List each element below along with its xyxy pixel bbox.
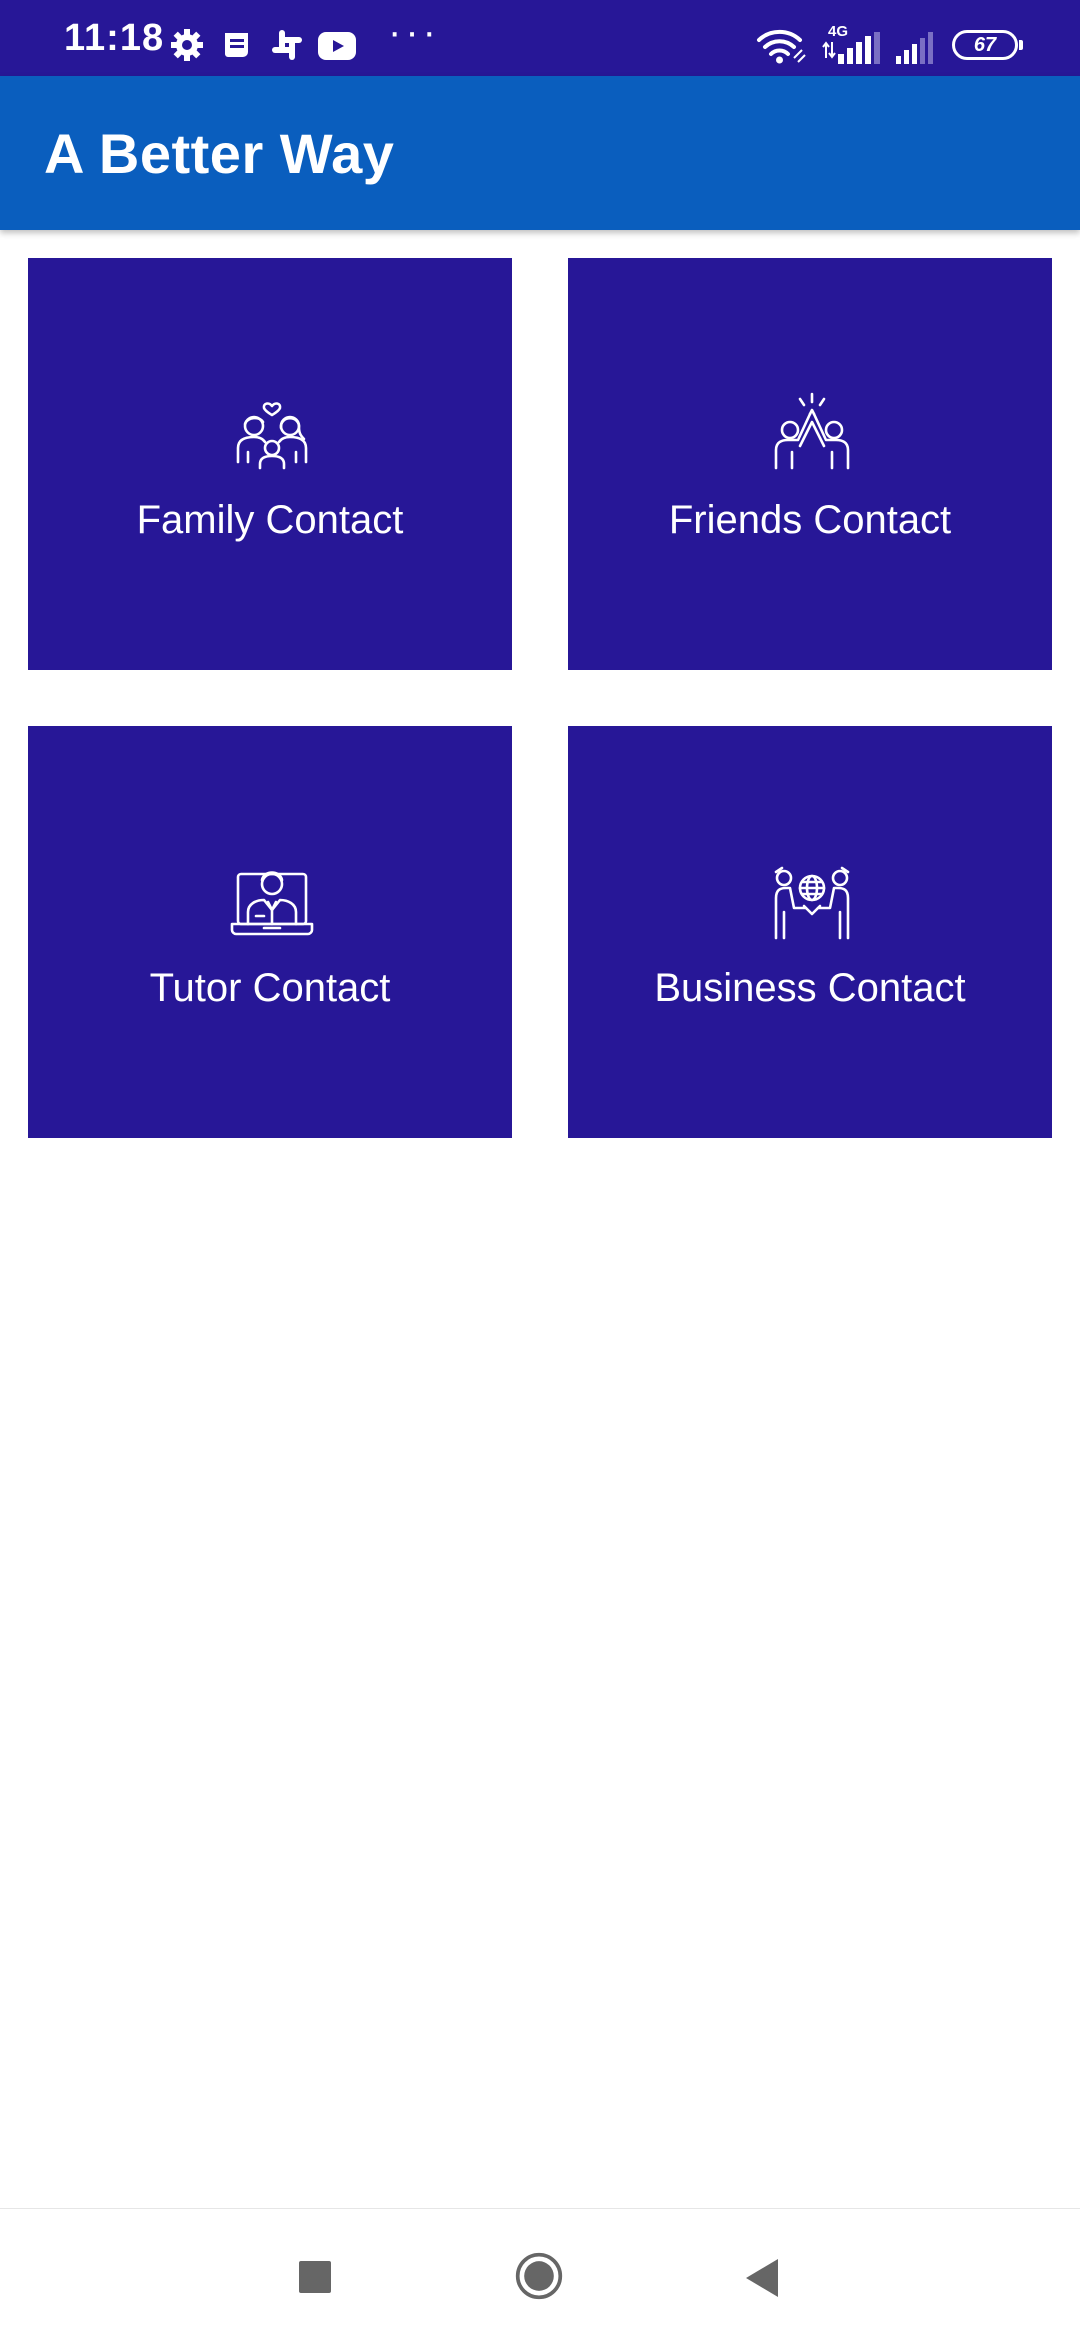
- home-circle-icon[interactable]: [514, 2251, 564, 2301]
- tutor-contact-label: Tutor Contact: [149, 966, 391, 1010]
- youtube-icon: [318, 32, 356, 60]
- slack-icon: [272, 30, 302, 60]
- signal-icon: [896, 32, 933, 64]
- high-five-icon: [774, 392, 850, 470]
- business-contact-label: Business Contact: [654, 966, 966, 1010]
- gear-icon: [171, 29, 203, 61]
- back-triangle-icon[interactable]: [740, 2253, 790, 2303]
- business-contact-card[interactable]: Business Contact: [568, 726, 1052, 1138]
- family-contact-label: Family Contact: [136, 498, 404, 542]
- business-handshake-icon: [774, 866, 850, 940]
- navigation-bar: [0, 2208, 1080, 2341]
- friends-contact-card[interactable]: Friends Contact: [568, 258, 1052, 670]
- wifi-icon: [757, 29, 806, 64]
- friends-contact-label: Friends Contact: [668, 498, 952, 542]
- status-time: 11:18: [64, 17, 165, 59]
- battery-nub: [1019, 40, 1023, 50]
- battery-icon: 67: [952, 30, 1018, 60]
- app-title: A Better Way: [44, 122, 395, 185]
- battery-level: 67: [973, 34, 997, 56]
- status-bar: 11:18 ··· 4G 67: [0, 0, 1080, 76]
- online-tutor-icon: [230, 871, 314, 936]
- more-notifications-indicator: ···: [388, 10, 440, 54]
- family-contact-card[interactable]: Family Contact: [28, 258, 512, 670]
- tutor-contact-card[interactable]: Tutor Contact: [28, 726, 512, 1138]
- app-bar: A Better Way: [0, 76, 1080, 230]
- family-icon: [236, 402, 308, 470]
- signal-4g-icon: 4G: [822, 24, 882, 64]
- recents-square-icon[interactable]: [291, 2253, 341, 2303]
- news-icon: [225, 33, 248, 57]
